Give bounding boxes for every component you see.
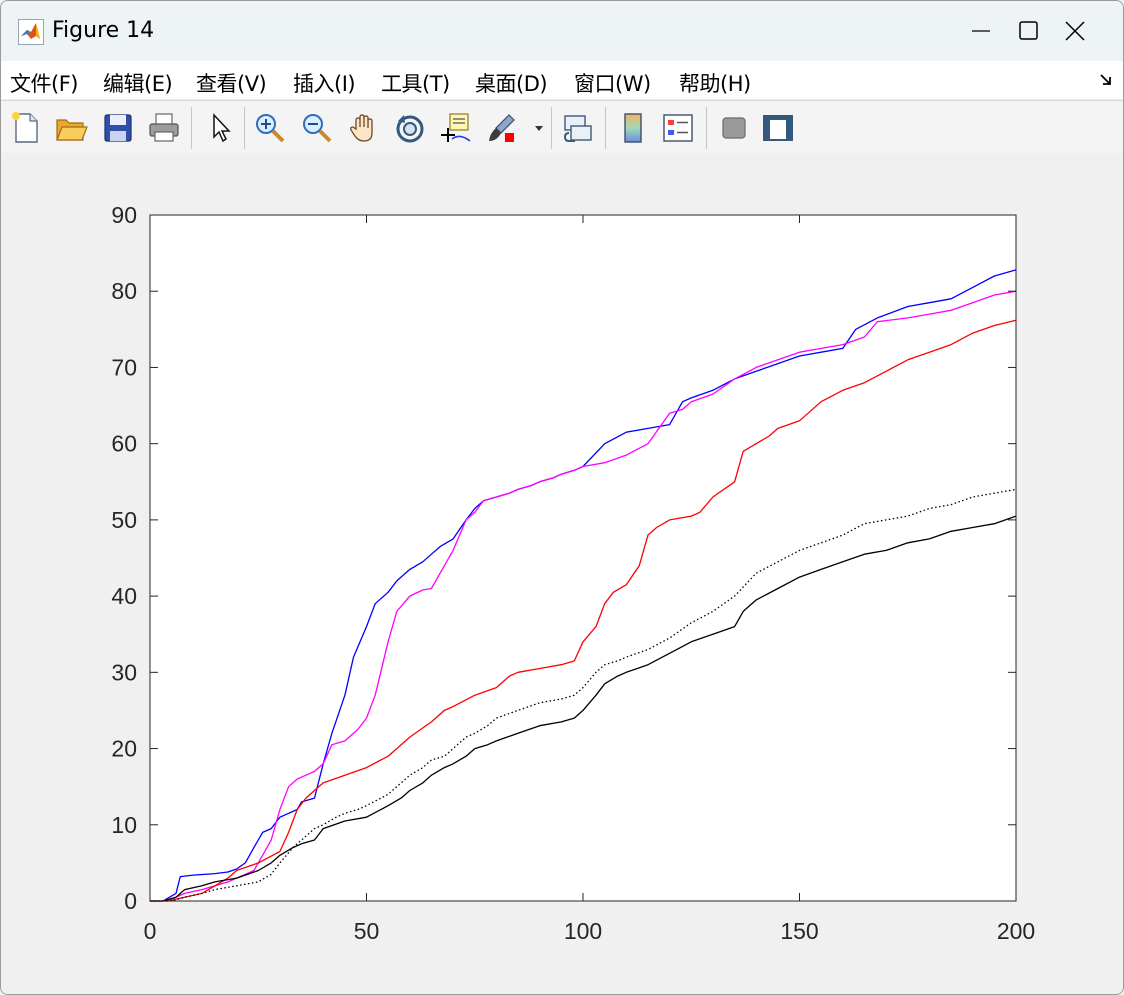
x-tick-label: 200 <box>997 918 1035 944</box>
data-cursor-icon <box>441 113 471 142</box>
zoom-out-button[interactable] <box>300 111 334 145</box>
brush-icon <box>489 114 515 142</box>
y-tick-label: 60 <box>111 431 137 457</box>
menu-bar: 文件(F) 编辑(E) 查看(V) 插入(I) 工具(T) 桌面(D) 窗口(W… <box>1 61 1123 99</box>
y-tick-label: 10 <box>111 812 137 838</box>
legend-button[interactable] <box>661 111 695 145</box>
y-tick-label: 70 <box>111 354 137 380</box>
link-plot-icon <box>563 115 592 142</box>
toolbar-separator <box>605 107 606 149</box>
save-icon <box>104 114 132 142</box>
minimize-icon <box>972 30 990 32</box>
data-cursor-button[interactable] <box>438 111 472 145</box>
x-tick-label: 0 <box>144 918 157 944</box>
x-tick-label: 150 <box>780 918 818 944</box>
menu-insert[interactable]: 插入(I) <box>293 68 356 98</box>
new-figure-button[interactable] <box>9 111 43 145</box>
maximize-button[interactable] <box>1006 11 1052 51</box>
plot-area <box>150 215 1016 901</box>
zoom-in-icon <box>256 114 285 143</box>
tool-bar <box>1 100 1123 154</box>
pan-hand-icon <box>350 114 373 142</box>
toolbar-separator <box>706 107 707 149</box>
pan-button[interactable] <box>347 111 381 145</box>
save-button[interactable] <box>101 111 135 145</box>
menu-view[interactable]: 查看(V) <box>196 68 267 98</box>
y-tick-label: 80 <box>111 278 137 304</box>
print-button[interactable] <box>147 111 181 145</box>
rotate-3d-icon <box>396 115 424 143</box>
y-tick-label: 20 <box>111 736 137 762</box>
new-figure-icon <box>12 112 38 143</box>
x-tick-label: 50 <box>354 918 380 944</box>
dock-arrow-icon[interactable] <box>1099 73 1113 87</box>
y-tick-label: 30 <box>111 659 137 685</box>
y-tick-label: 50 <box>111 507 137 533</box>
brush-button[interactable] <box>485 111 519 145</box>
menu-tools[interactable]: 工具(T) <box>381 68 450 98</box>
menu-window[interactable]: 窗口(W) <box>574 68 651 98</box>
menu-desktop[interactable]: 桌面(D) <box>475 68 548 98</box>
rotate-3d-button[interactable] <box>393 111 427 145</box>
hide-plot-tools-icon <box>722 117 746 139</box>
close-icon <box>1065 21 1085 41</box>
show-plot-tools-button[interactable] <box>761 111 795 145</box>
y-tick-label: 40 <box>111 583 137 609</box>
print-icon <box>149 113 179 142</box>
open-file-button[interactable] <box>54 111 88 145</box>
y-tick-label: 90 <box>111 202 137 228</box>
toolbar-separator <box>191 107 192 149</box>
open-file-icon <box>56 119 88 141</box>
zoom-out-icon <box>303 114 332 143</box>
hide-plot-tools-button[interactable] <box>717 111 751 145</box>
minimize-button[interactable] <box>959 11 1005 51</box>
line-chart[interactable]: 0 50 100 150 200 0 10 20 30 40 50 60 70 80 90 <box>1 153 1123 994</box>
legend-icon <box>663 114 693 142</box>
menu-help[interactable]: 帮助(H) <box>679 68 751 98</box>
x-tick-label: 100 <box>564 918 602 944</box>
toolbar-separator <box>244 107 245 149</box>
show-plot-tools-icon <box>763 115 793 141</box>
figure-canvas[interactable]: 0 50 100 150 200 0 10 20 30 40 50 60 70 80 90 <box>1 153 1123 994</box>
matlab-logo-icon <box>18 19 44 45</box>
menu-file[interactable]: 文件(F) <box>10 68 78 98</box>
zoom-in-button[interactable] <box>253 111 287 145</box>
title-bar[interactable]: Figure 14 <box>1 1 1123 61</box>
window-title: Figure 14 <box>52 18 155 43</box>
brush-dropdown-icon[interactable] <box>534 125 544 133</box>
colorbar-icon <box>624 113 642 143</box>
maximize-icon <box>1019 21 1038 40</box>
figure-window: Figure 14 文件(F) 编辑(E) 查看(V) 插入(I) 工具(T) … <box>0 0 1124 995</box>
pointer-icon <box>213 113 231 143</box>
close-button[interactable] <box>1052 11 1098 51</box>
toolbar-separator <box>551 107 552 149</box>
menu-edit[interactable]: 编辑(E) <box>103 68 173 98</box>
y-tick-label: 0 <box>124 888 137 914</box>
pointer-button[interactable] <box>204 111 238 145</box>
link-plot-button[interactable] <box>561 111 595 145</box>
colorbar-button[interactable] <box>616 111 650 145</box>
